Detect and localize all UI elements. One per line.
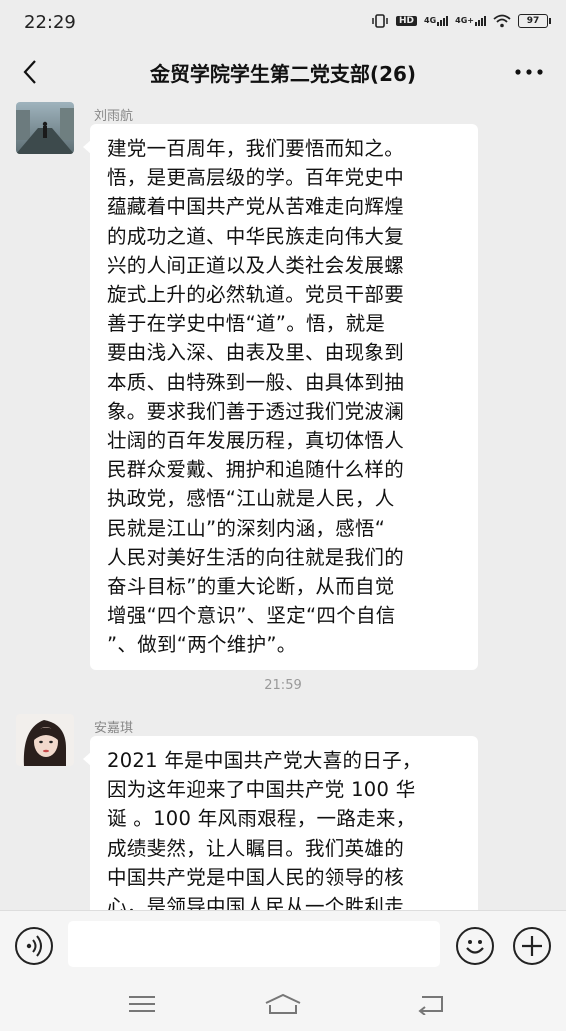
chat-title: 金贸学院学生第二党支部(26) [149, 62, 417, 86]
message-line: 增强“四个意识”、坚定“四个自信 [107, 604, 396, 628]
plus-button[interactable] [513, 927, 551, 965]
message-line: 心，是领导中国人民从一个胜利走 [107, 895, 405, 910]
home-button[interactable] [263, 990, 303, 1018]
hd-badge: HD [396, 16, 418, 26]
emoji-button[interactable] [456, 927, 494, 965]
header: 金贸学院学生第二党支部(26) [0, 48, 566, 96]
battery-icon: 97 [518, 14, 551, 28]
message-line: 诞 。100 年风雨艰程，一路走来， [107, 807, 416, 831]
message-line: 建党一百周年，我们要悟而知之。 [107, 137, 405, 160]
avatar[interactable] [16, 102, 74, 154]
signal-icon-1: 4G [424, 16, 449, 26]
message-line: ”、做到“两个维护”。 [107, 633, 297, 657]
message-line: 本质、由特殊到一般、由具体到抽 [107, 370, 405, 394]
message-line: 悟，是更高层级的学。百年党史中 [107, 166, 405, 190]
input-bar [0, 910, 566, 980]
signal-icon-2: 4G+ [455, 16, 486, 26]
back-icon [418, 996, 443, 1015]
message-line: 象。要求我们善于透过我们党波澜 [107, 399, 405, 423]
menu-icon [129, 996, 155, 1012]
message-line: 成绩斐然，让人瞩目。我们英雄的 [107, 836, 405, 860]
timestamp: 21:59 [264, 678, 302, 693]
message-input[interactable] [68, 921, 440, 967]
vibrate-icon [372, 14, 388, 28]
message-line: 兴的人间正道以及人类社会发展螺 [107, 253, 405, 277]
sender-name: 刘雨航 [94, 109, 134, 124]
message-bubble[interactable]: 建党一百周年，我们要悟而知之。 悟，是更高层级的学。百年党史中 蕴藏着中国共产党… [83, 124, 478, 670]
menu-button[interactable] [122, 990, 162, 1018]
status-bar: 22:29 HD 4G 4G+ 97 [0, 0, 566, 48]
message-bubble[interactable]: 2021 年是中国共产党大喜的日子， 因为这年迎来了中国共产党 100 华 诞 … [83, 736, 478, 910]
plus-icon [522, 936, 542, 956]
message-line: 人民对美好生活的向往就是我们的 [107, 545, 405, 569]
voice-icon [26, 935, 42, 957]
system-nav-bar [0, 980, 566, 1031]
wifi-icon [493, 14, 511, 28]
status-icons: HD 4G 4G+ 97 [371, 14, 551, 28]
more-button[interactable] [514, 60, 544, 84]
nav-back-button[interactable] [412, 990, 452, 1018]
chat-area[interactable]: 刘雨航 建党一百周年，我们要悟而知之。 悟，是更高层级的学。百年党史中 蕴藏着中… [0, 96, 566, 910]
message-line: 要由浅入深、由表及里、由现象到 [107, 341, 405, 365]
voice-button[interactable] [15, 927, 53, 965]
emoji-icon [466, 940, 484, 954]
message-line: 中国共产党是中国人民的领导的核 [107, 865, 405, 889]
message-line: 民群众爱戴、拥护和追随什么样的 [107, 458, 405, 482]
message-line: 旋式上升的必然轨道。党员干部要 [107, 283, 405, 307]
home-icon [265, 993, 301, 1014]
avatar[interactable] [16, 714, 74, 766]
message-line: 蕴藏着中国共产党从苦难走向辉煌 [107, 195, 405, 219]
message-line: 善于在学史中悟“道”。悟，就是 [107, 312, 386, 336]
message-line: 壮阔的百年发展历程，真切体悟人 [107, 429, 405, 453]
message-line: 民就是江山”的深刻内涵，感悟“ [107, 516, 386, 540]
status-time: 22:29 [24, 12, 76, 33]
sender-name: 安嘉琪 [94, 721, 134, 736]
message-line: 奋斗目标”的重大论断，从而自觉 [107, 575, 395, 599]
message-line: 的成功之道、中华民族走向伟大复 [107, 224, 405, 248]
message-line: 执政党，感悟“江山就是人民，人 [107, 487, 395, 511]
more-dots-icon [515, 69, 543, 75]
message-line: 因为这年迎来了中国共产党 100 华 [107, 778, 416, 802]
message-line: 2021 年是中国共产党大喜的日子， [107, 749, 422, 772]
